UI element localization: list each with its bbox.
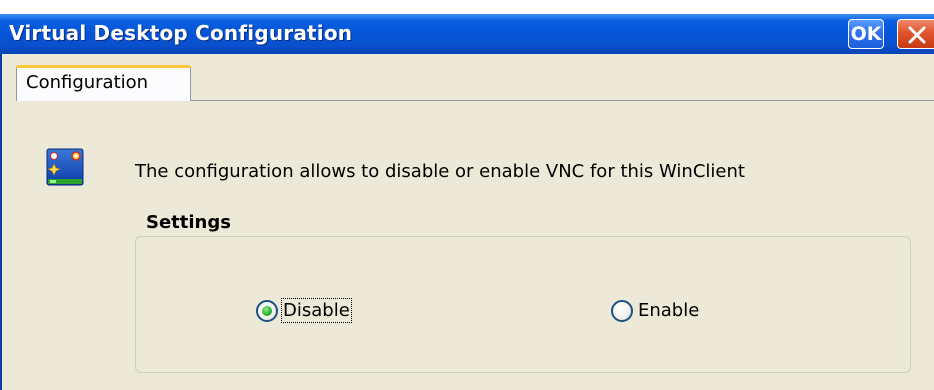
- desktop-app-icon: [46, 148, 84, 186]
- close-icon: [908, 26, 926, 44]
- radio-selected-dot: [262, 305, 272, 316]
- window-title: Virtual Desktop Configuration: [9, 21, 353, 45]
- settings-groupbox: [135, 236, 911, 373]
- disable-radio-label[interactable]: Disable: [281, 298, 352, 323]
- enable-radio-circle[interactable]: [611, 299, 633, 322]
- top-strip: [0, 0, 934, 14]
- tab-configuration[interactable]: Configuration: [16, 65, 191, 101]
- dialog-window: Virtual Desktop Configuration OK Configu…: [0, 14, 934, 390]
- close-button[interactable]: [897, 19, 934, 49]
- tab-strip-line: [190, 100, 934, 101]
- description-text: The configuration allows to disable or e…: [135, 161, 745, 182]
- disable-radio-circle[interactable]: [256, 299, 278, 322]
- window-border: [0, 54, 2, 390]
- enable-radio-label[interactable]: Enable: [637, 299, 700, 322]
- ok-button[interactable]: OK: [848, 19, 884, 49]
- settings-legend: Settings: [137, 212, 237, 233]
- title-bar[interactable]: Virtual Desktop Configuration OK: [0, 14, 934, 54]
- enable-radio[interactable]: Enable: [611, 299, 700, 322]
- disable-radio[interactable]: Disable: [256, 298, 352, 323]
